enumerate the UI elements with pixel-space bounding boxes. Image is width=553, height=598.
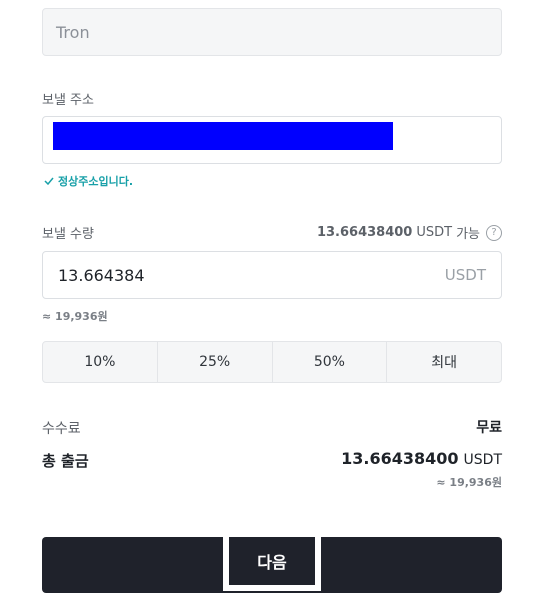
- quantity-label: 보낼 수량: [42, 227, 94, 242]
- quantity-value: 13.664384: [58, 265, 145, 285]
- total-unit: USDT: [463, 452, 502, 468]
- fee-value: 무료: [476, 420, 502, 436]
- percent-button-group: 10% 25% 50% 최대: [42, 341, 502, 383]
- next-button-label: 다음: [223, 537, 321, 591]
- total-label: 총 출금: [42, 452, 89, 470]
- available-suffix: 가능: [456, 227, 480, 242]
- address-valid-message: 정상주소입니다.: [44, 173, 133, 189]
- address-label: 보낼 주소: [42, 93, 94, 108]
- address-redacted-value: [53, 122, 393, 150]
- available-amount: 13.66438400: [316, 225, 413, 240]
- percent-25-button[interactable]: 25%: [158, 342, 273, 382]
- fee-label: 수수료: [42, 421, 81, 437]
- available-balance: 13.66438400 USDT 가능 ?: [317, 223, 502, 242]
- address-input[interactable]: [42, 116, 502, 164]
- check-icon: [44, 177, 54, 185]
- help-icon[interactable]: ?: [486, 224, 502, 241]
- network-field[interactable]: Tron: [42, 8, 502, 56]
- quantity-krw-approx: ≈ 19,936원: [42, 310, 108, 323]
- available-unit: USDT: [416, 225, 453, 240]
- percent-max-button[interactable]: 최대: [387, 342, 501, 382]
- total-value: 13.66438400 USDT: [341, 449, 502, 468]
- next-button[interactable]: 다음: [42, 537, 502, 593]
- withdraw-form: Tron 보낼 주소 정상주소입니다. 보낼 수량 13.66438400 US…: [0, 0, 553, 598]
- percent-50-button[interactable]: 50%: [273, 342, 388, 382]
- total-krw-approx: ≈ 19,936원: [436, 476, 502, 489]
- address-valid-text: 정상주소입니다.: [58, 175, 134, 188]
- quantity-unit: USDT: [444, 266, 486, 284]
- total-amount: 13.66438400: [341, 449, 459, 468]
- percent-10-button[interactable]: 10%: [43, 342, 158, 382]
- quantity-input[interactable]: 13.664384 USDT: [42, 251, 502, 299]
- network-value: Tron: [56, 22, 90, 42]
